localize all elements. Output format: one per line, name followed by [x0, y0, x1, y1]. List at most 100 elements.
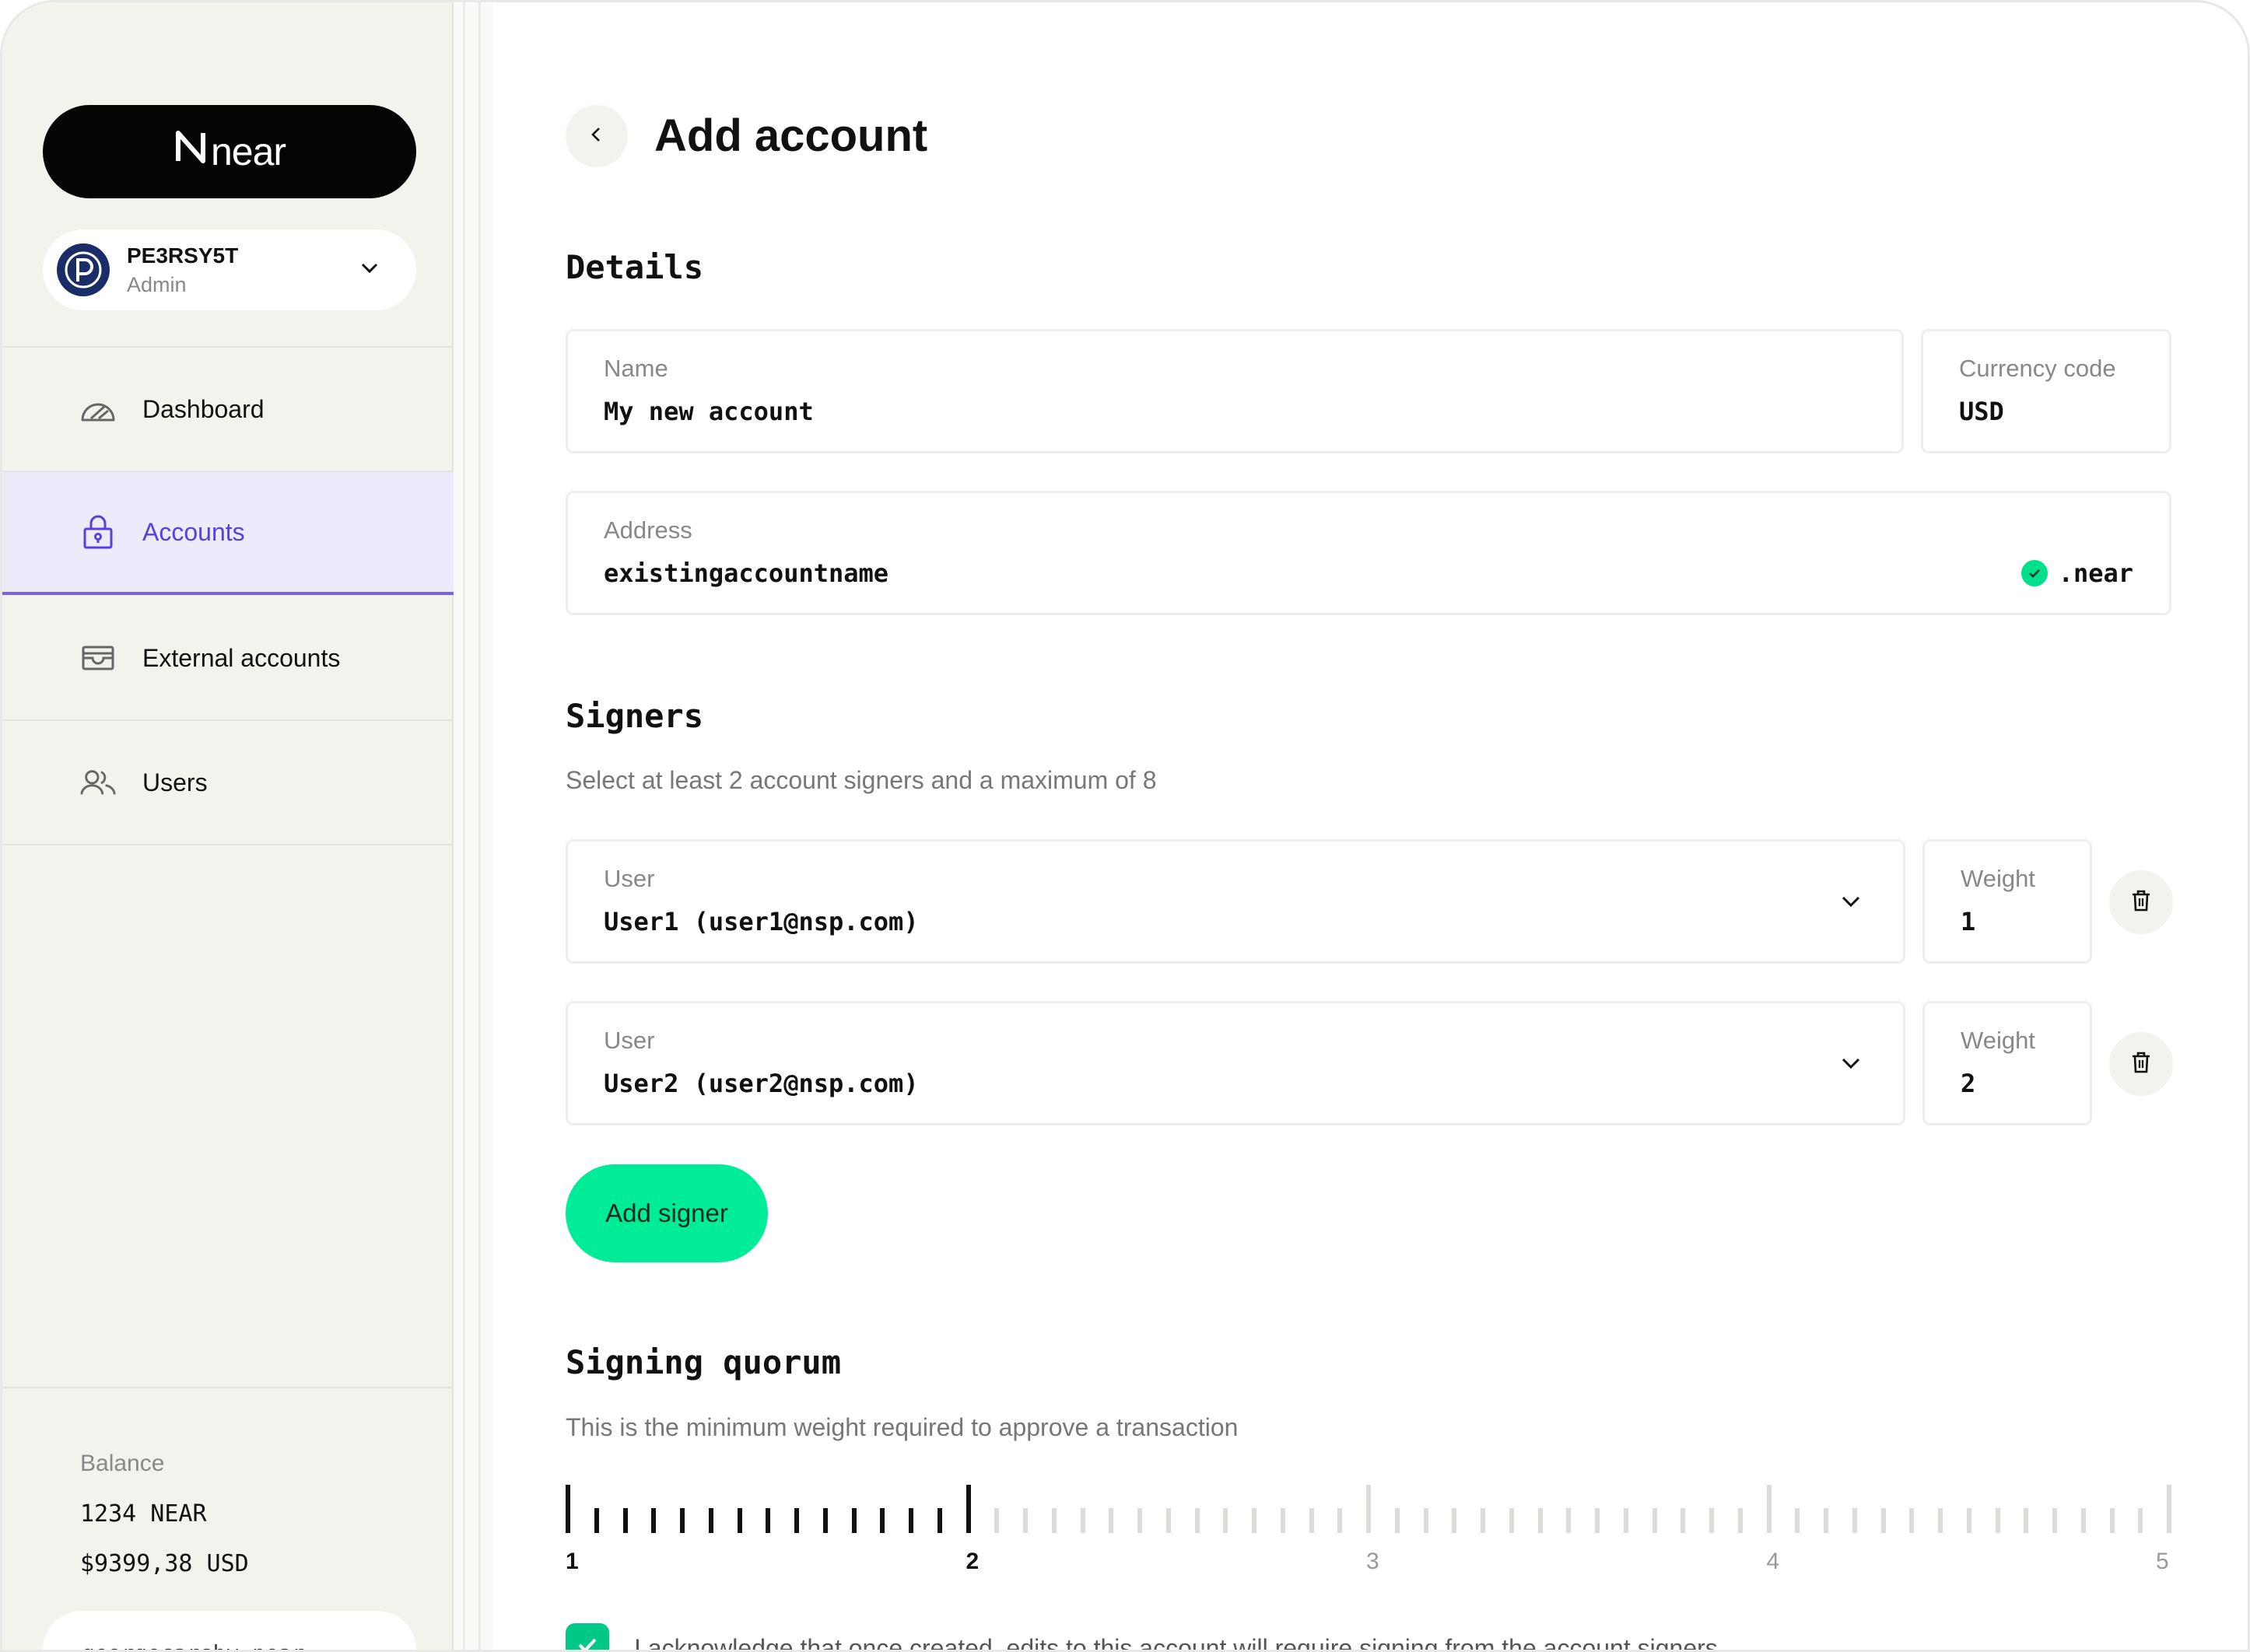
slider-tick [1795, 1508, 1800, 1533]
weight-label: Weight [1961, 1027, 2035, 1054]
sidebar-item-accounts[interactable]: Accounts [2, 472, 454, 595]
org-avatar [57, 243, 110, 296]
address-label: Address [604, 516, 692, 544]
slider-tick [622, 1508, 628, 1533]
address-suffix: .near [2020, 558, 2133, 588]
slider-major-tick [566, 1485, 570, 1533]
slider-tick [1852, 1508, 1857, 1533]
org-switcher[interactable]: PE3RSY5T Admin [43, 229, 416, 310]
slider-tick [737, 1508, 742, 1533]
near-logo[interactable]: near [43, 105, 416, 198]
logo-text: near [210, 130, 286, 173]
sidebar-item-label: Dashboard [142, 394, 265, 423]
slider-tick [651, 1508, 657, 1533]
slider-tick-label: 2 [966, 1549, 980, 1574]
users-icon [80, 765, 116, 800]
slider-tick [1280, 1508, 1285, 1533]
signer-weight-field[interactable]: Weight 2 [1922, 1001, 2092, 1125]
balance-near: 1234 NEAR [80, 1500, 207, 1528]
org-role: Admin [127, 272, 187, 296]
chevron-left-icon [587, 125, 606, 148]
slider-tick [880, 1508, 885, 1533]
slider-tick [1995, 1508, 2000, 1533]
slider-tick [794, 1508, 799, 1533]
slider-tick [1652, 1508, 1657, 1533]
signers-heading: Signers [566, 697, 704, 735]
check-circle-icon [2020, 560, 2048, 586]
chevron-down-icon [359, 257, 380, 283]
gauge-icon [80, 391, 116, 427]
address-value: existingaccountname [604, 558, 889, 588]
slider-tick [2080, 1508, 2086, 1533]
name-value: My new account [604, 397, 814, 426]
user-label: User [604, 865, 655, 892]
sidebar: near PE3RSY5T Admin Dashboard Accounts E… [2, 2, 454, 1650]
slider-tick [1880, 1508, 1886, 1533]
wallet-switcher[interactable]: georgecarsby.near [43, 1611, 416, 1650]
slider-tick [822, 1508, 828, 1533]
slider-tick [1423, 1508, 1428, 1533]
signer-user-select[interactable]: User User1 (user1@nsp.com) [566, 839, 1905, 964]
lock-icon [80, 514, 116, 550]
sidebar-item-users[interactable]: Users [2, 721, 454, 844]
delete-signer-button[interactable] [2109, 1032, 2173, 1096]
currency-code-label: Currency code [1959, 355, 2116, 382]
slider-tick [1595, 1508, 1600, 1533]
delete-signer-button[interactable] [2109, 870, 2173, 934]
slider-tick [1165, 1508, 1171, 1533]
slider-tick [2052, 1508, 2057, 1533]
acknowledge-text: I acknowledge that once created, edits t… [634, 1634, 1725, 1652]
back-button[interactable] [566, 105, 628, 167]
page-title: Add account [654, 110, 928, 161]
signers-subtitle: Select at least 2 account signers and a … [566, 766, 1157, 794]
signing-quorum-heading: Signing quorum [566, 1343, 842, 1381]
slider-tick-label: 1 [566, 1549, 579, 1574]
currency-code-field[interactable]: Currency code USD [1921, 329, 2171, 453]
slider-tick [937, 1508, 942, 1533]
signing-quorum-subtitle: This is the minimum weight required to a… [566, 1413, 1239, 1441]
wallet-name: georgecarsby.near [82, 1640, 305, 1650]
quorum-slider[interactable] [566, 1485, 2171, 1533]
sidebar-item-dashboard[interactable]: Dashboard [2, 348, 454, 471]
slider-tick [1938, 1508, 1943, 1533]
org-name: PE3RSY5T [127, 243, 239, 268]
slider-tick [1137, 1508, 1142, 1533]
slider-tick [1452, 1508, 1457, 1533]
slider-major-tick [2167, 1485, 2171, 1533]
acknowledge-checkbox[interactable] [566, 1623, 609, 1650]
slider-tick [1337, 1508, 1343, 1533]
balance-label: Balance [80, 1451, 165, 1476]
slider-tick [766, 1508, 771, 1533]
sidebar-item-label: Users [142, 768, 208, 796]
slider-tick [1537, 1508, 1543, 1533]
slider-major-tick [966, 1485, 971, 1533]
slider-tick-label: 5 [2156, 1549, 2169, 1574]
signer-user-select[interactable]: User User2 (user2@nsp.com) [566, 1001, 1905, 1125]
slider-tick [1623, 1508, 1628, 1533]
slider-tick [594, 1508, 599, 1533]
slider-tick [1566, 1508, 1572, 1533]
address-field[interactable]: Address existingaccountname .near [566, 491, 2171, 615]
chevron-down-icon [1839, 1052, 1863, 1079]
signer-weight-field[interactable]: Weight 1 [1922, 839, 2092, 964]
slider-tick [2138, 1508, 2143, 1533]
slider-tick [1709, 1508, 1714, 1533]
slider-tick [1023, 1508, 1028, 1533]
details-heading: Details [566, 248, 704, 286]
slider-major-tick [1366, 1485, 1371, 1533]
main-content: Add account Details Name My new account … [492, 2, 2248, 1652]
name-label: Name [604, 355, 668, 382]
chevron-down-icon [1839, 890, 1863, 917]
add-signer-button[interactable]: Add signer [566, 1164, 768, 1262]
slider-tick [2109, 1508, 2115, 1533]
trash-icon [2131, 889, 2151, 916]
weight-label: Weight [1961, 865, 2035, 892]
near-logo-icon [173, 130, 208, 173]
slider-tick [708, 1508, 713, 1533]
wallet-icon [80, 640, 116, 676]
slider-tick [1909, 1508, 1915, 1533]
name-field[interactable]: Name My new account [566, 329, 1904, 453]
slider-tick [1394, 1508, 1400, 1533]
sidebar-item-external-accounts[interactable]: External accounts [2, 597, 454, 719]
weight-value: 2 [1961, 1069, 1976, 1098]
